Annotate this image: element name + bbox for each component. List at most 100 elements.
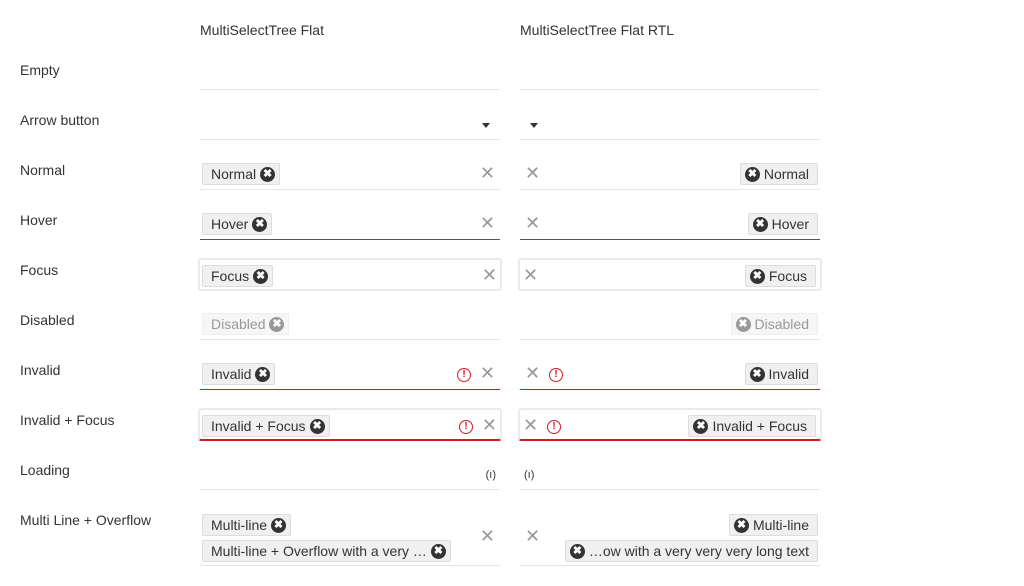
row-label: Arrow button [20, 112, 100, 128]
rtl-multiselecttree-hover[interactable]: Hover ✖ ✕ [520, 190, 820, 240]
chip[interactable]: Disabled ✖ [730, 313, 818, 335]
dropdown-arrow-icon[interactable] [482, 123, 490, 128]
chip-list: Invalid ✖ [744, 363, 818, 385]
chip[interactable]: Normal ✖ [739, 163, 818, 185]
rtl-multiselecttree-invalid-focus[interactable]: Invalid + Focus ✖ ✕! [518, 408, 822, 441]
multiselecttree-empty[interactable] [200, 40, 500, 90]
remove-chip-icon[interactable]: ✖ [430, 543, 446, 559]
multiselecttree-multi-line-overflow[interactable]: Multi-line ✖ Multi-line + Overflow with a … [200, 490, 500, 566]
chip-label: Disabled [754, 316, 809, 332]
warning-icon: ! [547, 420, 561, 434]
remove-chip-icon[interactable]: ✖ [271, 517, 287, 533]
remove-chip-icon[interactable]: ✖ [255, 366, 271, 382]
chip-list: Disabled ✖ [730, 313, 818, 335]
clear-icon[interactable]: ✕ [523, 266, 538, 284]
column-header-rtl: MultiSelectTree Flat RTL [520, 22, 675, 38]
rtl-multiselecttree-multi-line-overflow[interactable]: Multi-line ✖ …ow with a very very very lon… [520, 490, 820, 566]
remove-chip-icon[interactable]: ✖ [735, 316, 751, 332]
chip[interactable]: Hover ✖ [202, 213, 273, 235]
clear-icon[interactable]: ✕ [482, 266, 497, 284]
loading-icon: (ı) [524, 469, 535, 481]
chip-list: Hover ✖ [747, 213, 818, 235]
chip-label: Invalid [211, 366, 252, 382]
rtl-multiselecttree-empty[interactable] [520, 40, 820, 90]
chip[interactable]: …ow with a very very very long text ✖ [564, 540, 818, 562]
chip-label: Focus [768, 268, 807, 284]
clear-icon[interactable]: ✕ [525, 214, 540, 232]
rtl-multiselecttree-arrow-button[interactable] [520, 90, 820, 140]
chip-label: Invalid + Focus [712, 418, 807, 434]
chip-list: Hover ✖ [202, 213, 273, 235]
multiselecttree-arrow-button[interactable] [200, 90, 500, 140]
remove-chip-icon[interactable]: ✖ [569, 543, 585, 559]
chip[interactable]: Hover ✖ [747, 213, 818, 235]
clear-icon[interactable]: ✕ [480, 164, 495, 182]
chip-list: Multi-line ✖ Multi-line + Overflow with a … [202, 514, 451, 562]
rtl-multiselecttree-invalid[interactable]: Invalid ✖ ✕! [520, 340, 820, 390]
chip[interactable]: Invalid + Focus ✖ [688, 415, 816, 437]
clear-icon[interactable]: ✕ [480, 527, 495, 545]
chip-label: …ow with a very very very long text [588, 543, 809, 559]
remove-chip-icon[interactable]: ✖ [744, 166, 760, 182]
row-label: Normal [20, 162, 66, 178]
clear-icon[interactable]: ✕ [480, 214, 495, 232]
chip-list: Normal ✖ [739, 163, 818, 185]
chip-label: Normal [211, 166, 257, 182]
clear-icon[interactable]: ✕ [525, 164, 540, 182]
chip[interactable]: Disabled ✖ [202, 313, 290, 335]
clear-icon[interactable]: ✕ [523, 416, 538, 434]
remove-chip-icon[interactable]: ✖ [253, 268, 269, 284]
multiselecttree-focus[interactable]: Focus ✖ ✕ [198, 258, 502, 291]
row-label: Focus [20, 262, 59, 278]
rtl-multiselecttree-focus[interactable]: Focus ✖ ✕ [518, 258, 822, 291]
chip-list: Invalid + Focus ✖ [688, 415, 816, 437]
chip-label: Multi-line + Overflow with a very … [211, 543, 427, 559]
chip[interactable]: Multi-line + Overflow with a very … ✖ [202, 540, 451, 562]
clear-icon[interactable]: ✕ [525, 364, 540, 382]
remove-chip-icon[interactable]: ✖ [309, 418, 325, 434]
chip[interactable]: Invalid ✖ [744, 363, 818, 385]
chip-label: Hover [211, 216, 249, 232]
loading-icon: (ı) [485, 469, 496, 481]
rtl-multiselecttree-normal[interactable]: Normal ✖ ✕ [520, 140, 820, 190]
chip[interactable]: Normal ✖ [202, 163, 281, 185]
chip-list: Invalid + Focus ✖ [202, 415, 330, 437]
remove-chip-icon[interactable]: ✖ [252, 216, 268, 232]
chip[interactable]: Focus ✖ [202, 265, 274, 287]
clear-icon[interactable]: ✕ [525, 527, 540, 545]
chip-label: Focus [211, 268, 250, 284]
remove-chip-icon[interactable]: ✖ [269, 316, 285, 332]
chip[interactable]: Multi-line ✖ [202, 514, 292, 536]
chip[interactable]: Invalid ✖ [202, 363, 276, 385]
multiselecttree-invalid-focus[interactable]: Invalid + Focus ✖ ✕! [198, 408, 502, 441]
multiselecttree-invalid[interactable]: Invalid ✖ ✕! [200, 340, 500, 390]
dropdown-arrow-icon[interactable] [530, 123, 538, 128]
column-header-ltr: MultiSelectTree Flat [200, 22, 324, 38]
chip[interactable]: Multi-line ✖ [728, 514, 818, 536]
chip-label: Invalid + Focus [211, 418, 306, 434]
clear-icon[interactable]: ✕ [480, 364, 495, 382]
remove-chip-icon[interactable]: ✖ [260, 166, 276, 182]
remove-chip-icon[interactable]: ✖ [733, 517, 749, 533]
row-label: Loading [20, 462, 70, 478]
row-label: Hover [20, 212, 58, 228]
multiselecttree-hover[interactable]: Hover ✖ ✕ [200, 190, 500, 240]
remove-chip-icon[interactable]: ✖ [749, 268, 765, 284]
remove-chip-icon[interactable]: ✖ [752, 216, 768, 232]
chip-label: Normal [763, 166, 809, 182]
rtl-multiselecttree-loading[interactable]: (ı) [520, 440, 820, 490]
multiselecttree-normal[interactable]: Normal ✖ ✕ [200, 140, 500, 190]
chip-label: Multi-line [752, 517, 809, 533]
clear-icon[interactable]: ✕ [482, 416, 497, 434]
row-label: Disabled [20, 312, 75, 328]
remove-chip-icon[interactable]: ✖ [693, 418, 709, 434]
warning-icon: ! [549, 368, 563, 382]
chip-label: Invalid [768, 366, 809, 382]
chip-label: Multi-line [211, 517, 268, 533]
row-label: Multi Line + Overflow [20, 512, 152, 528]
chip-list: Disabled ✖ [202, 313, 290, 335]
multiselecttree-loading[interactable]: (ı) [200, 440, 500, 490]
remove-chip-icon[interactable]: ✖ [749, 366, 765, 382]
chip[interactable]: Invalid + Focus ✖ [202, 415, 330, 437]
chip[interactable]: Focus ✖ [744, 265, 816, 287]
